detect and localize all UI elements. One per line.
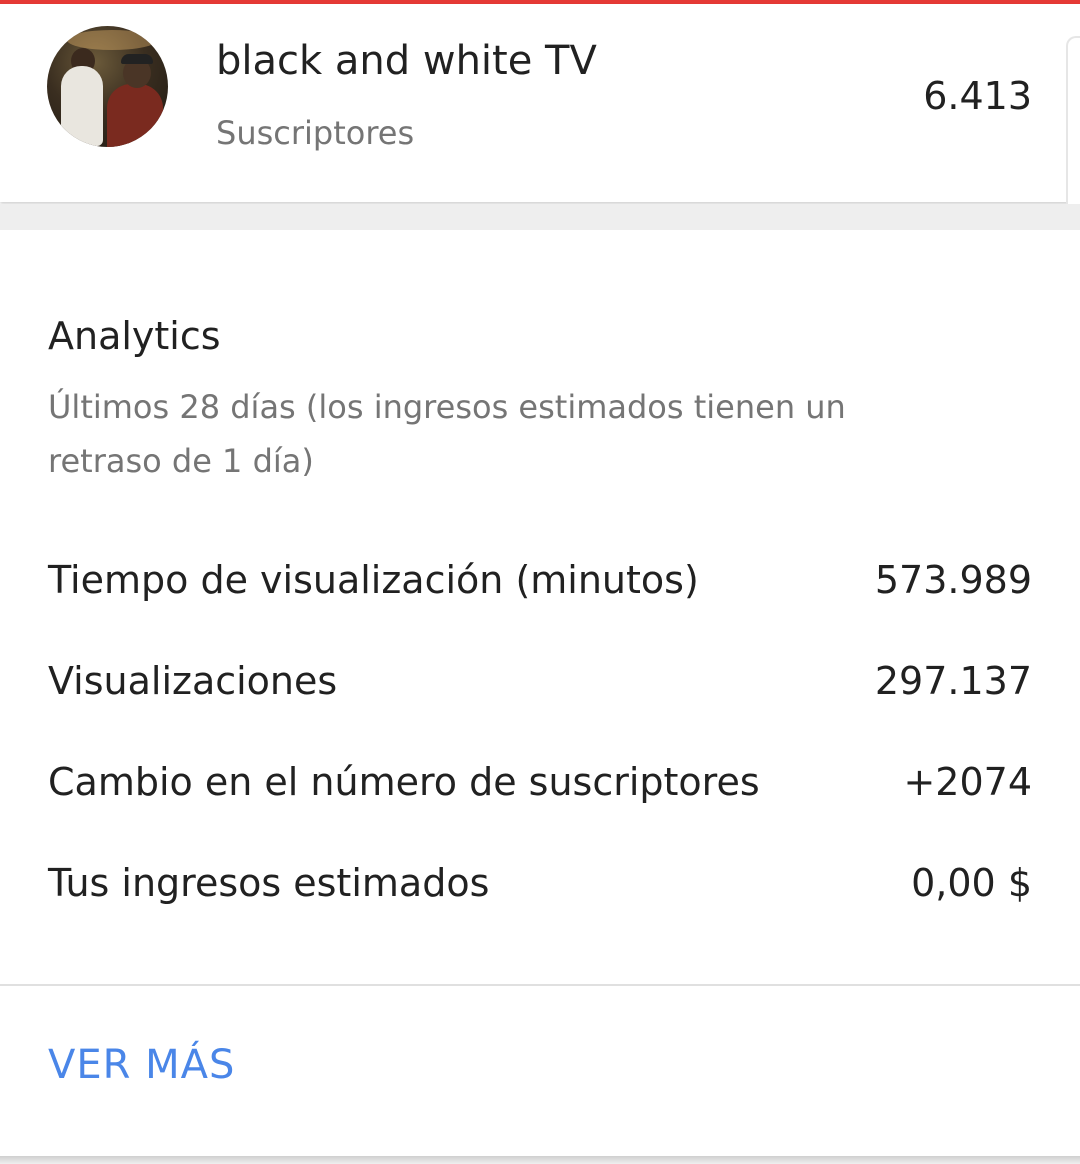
channel-card[interactable]: black and white TV Suscriptores 6.413 [0,4,1080,202]
metric-row-subscriber-change: Cambio en el número de suscriptores +207… [48,752,1032,812]
metric-label: Visualizaciones [48,659,338,703]
analytics-card: Analytics Últimos 28 días (los ingresos … [0,230,1080,1158]
card-bottom-shadow [0,1156,1080,1164]
section-gap [0,204,1080,230]
subscriber-count: 6.413 [923,74,1032,118]
channel-name: black and white TV [216,38,597,84]
metric-row-watch-time: Tiempo de visualización (minutos) 573.98… [48,550,1032,610]
avatar-photo-cap [121,54,153,64]
analytics-period-note: Últimos 28 días (los ingresos estimados … [48,388,846,480]
metric-label: Cambio en el número de suscriptores [48,760,760,804]
avatar-photo-light [67,30,157,50]
subscribers-label: Suscriptores [216,114,415,152]
avatar-photo-person [61,66,103,146]
metric-row-estimated-revenue: Tus ingresos estimados 0,00 $ [48,853,1032,913]
metric-value: 297.137 [874,659,1032,703]
see-more-button[interactable]: VER MÁS [48,1042,235,1088]
metric-value: +2074 [903,760,1032,804]
divider [0,984,1080,986]
avatar-photo-person [107,84,163,147]
metric-label: Tiempo de visualización (minutos) [48,558,699,602]
metric-label: Tus ingresos estimados [48,861,490,905]
metric-row-views: Visualizaciones 297.137 [48,651,1032,711]
metric-value: 573.989 [874,558,1032,602]
analytics-title: Analytics [48,314,221,358]
metric-value: 0,00 $ [911,861,1032,905]
channel-avatar[interactable] [47,26,168,147]
